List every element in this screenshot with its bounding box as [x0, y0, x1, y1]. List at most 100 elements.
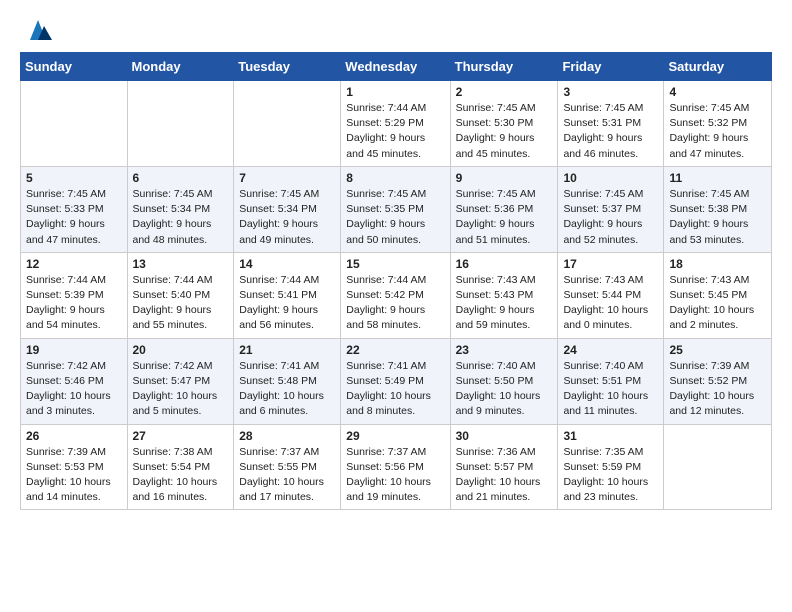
day-number: 27	[133, 429, 229, 443]
day-info: Sunrise: 7:38 AM Sunset: 5:54 PM Dayligh…	[133, 445, 229, 506]
day-info: Sunrise: 7:44 AM Sunset: 5:41 PM Dayligh…	[239, 273, 335, 334]
day-number: 26	[26, 429, 122, 443]
day-cell: 22 Sunrise: 7:41 AM Sunset: 5:49 PM Dayli…	[341, 338, 450, 424]
weekday-header-row: SundayMondayTuesdayWednesdayThursdayFrid…	[21, 53, 772, 81]
day-number: 8	[346, 171, 444, 185]
day-cell	[664, 424, 772, 510]
day-info: Sunrise: 7:44 AM Sunset: 5:39 PM Dayligh…	[26, 273, 122, 334]
day-number: 24	[563, 343, 658, 357]
day-info: Sunrise: 7:45 AM Sunset: 5:30 PM Dayligh…	[456, 101, 553, 162]
day-cell: 3 Sunrise: 7:45 AM Sunset: 5:31 PM Daylig…	[558, 81, 664, 167]
day-info: Sunrise: 7:45 AM Sunset: 5:31 PM Dayligh…	[563, 101, 658, 162]
day-number: 28	[239, 429, 335, 443]
day-number: 7	[239, 171, 335, 185]
day-cell: 30 Sunrise: 7:36 AM Sunset: 5:57 PM Dayli…	[450, 424, 558, 510]
day-info: Sunrise: 7:42 AM Sunset: 5:47 PM Dayligh…	[133, 359, 229, 420]
weekday-header-monday: Monday	[127, 53, 234, 81]
day-info: Sunrise: 7:44 AM Sunset: 5:40 PM Dayligh…	[133, 273, 229, 334]
day-cell: 9 Sunrise: 7:45 AM Sunset: 5:36 PM Daylig…	[450, 166, 558, 252]
day-number: 17	[563, 257, 658, 271]
day-info: Sunrise: 7:45 AM Sunset: 5:34 PM Dayligh…	[133, 187, 229, 248]
day-cell: 24Sunrise: 7:40 AM Sunset: 5:51 PM Dayli…	[558, 338, 664, 424]
weekday-header-tuesday: Tuesday	[234, 53, 341, 81]
day-number: 25	[669, 343, 766, 357]
day-number: 18	[669, 257, 766, 271]
day-number: 16	[456, 257, 553, 271]
day-cell: 29 Sunrise: 7:37 AM Sunset: 5:56 PM Dayli…	[341, 424, 450, 510]
day-info: Sunrise: 7:41 AM Sunset: 5:49 PM Dayligh…	[346, 359, 444, 420]
weekday-header-saturday: Saturday	[664, 53, 772, 81]
day-info: Sunrise: 7:44 AM Sunset: 5:29 PM Dayligh…	[346, 101, 444, 162]
day-cell: 4 Sunrise: 7:45 AM Sunset: 5:32 PM Daylig…	[664, 81, 772, 167]
day-info: Sunrise: 7:36 AM Sunset: 5:57 PM Dayligh…	[456, 445, 553, 506]
day-info: Sunrise: 7:45 AM Sunset: 5:32 PM Dayligh…	[669, 101, 766, 162]
day-number: 10	[563, 171, 658, 185]
week-row-5: 26Sunrise: 7:39 AM Sunset: 5:53 PM Dayli…	[21, 424, 772, 510]
day-number: 6	[133, 171, 229, 185]
day-info: Sunrise: 7:35 AM Sunset: 5:59 PM Dayligh…	[563, 445, 658, 506]
day-number: 5	[26, 171, 122, 185]
day-number: 3	[563, 85, 658, 99]
day-number: 19	[26, 343, 122, 357]
day-info: Sunrise: 7:45 AM Sunset: 5:33 PM Dayligh…	[26, 187, 122, 248]
header	[20, 16, 772, 44]
day-number: 23	[456, 343, 553, 357]
day-info: Sunrise: 7:37 AM Sunset: 5:55 PM Dayligh…	[239, 445, 335, 506]
day-cell: 13Sunrise: 7:44 AM Sunset: 5:40 PM Dayli…	[127, 252, 234, 338]
day-number: 12	[26, 257, 122, 271]
day-cell: 26Sunrise: 7:39 AM Sunset: 5:53 PM Dayli…	[21, 424, 128, 510]
day-cell: 5 Sunrise: 7:45 AM Sunset: 5:33 PM Daylig…	[21, 166, 128, 252]
day-number: 22	[346, 343, 444, 357]
day-number: 14	[239, 257, 335, 271]
week-row-4: 19 Sunrise: 7:42 AM Sunset: 5:46 PM Dayli…	[21, 338, 772, 424]
day-info: Sunrise: 7:43 AM Sunset: 5:45 PM Dayligh…	[669, 273, 766, 334]
day-cell: 10 Sunrise: 7:45 AM Sunset: 5:37 PM Dayli…	[558, 166, 664, 252]
day-number: 9	[456, 171, 553, 185]
day-cell: 17Sunrise: 7:43 AM Sunset: 5:44 PM Dayli…	[558, 252, 664, 338]
day-info: Sunrise: 7:42 AM Sunset: 5:46 PM Dayligh…	[26, 359, 122, 420]
day-number: 20	[133, 343, 229, 357]
week-row-2: 5 Sunrise: 7:45 AM Sunset: 5:33 PM Daylig…	[21, 166, 772, 252]
day-number: 21	[239, 343, 335, 357]
day-info: Sunrise: 7:45 AM Sunset: 5:37 PM Dayligh…	[563, 187, 658, 248]
day-number: 1	[346, 85, 444, 99]
weekday-header-wednesday: Wednesday	[341, 53, 450, 81]
day-cell: 1 Sunrise: 7:44 AM Sunset: 5:29 PM Daylig…	[341, 81, 450, 167]
day-cell	[234, 81, 341, 167]
day-info: Sunrise: 7:37 AM Sunset: 5:56 PM Dayligh…	[346, 445, 444, 506]
day-cell: 27 Sunrise: 7:38 AM Sunset: 5:54 PM Dayli…	[127, 424, 234, 510]
day-cell: 25 Sunrise: 7:39 AM Sunset: 5:52 PM Dayli…	[664, 338, 772, 424]
day-number: 30	[456, 429, 553, 443]
calendar-table: SundayMondayTuesdayWednesdayThursdayFrid…	[20, 52, 772, 510]
day-info: Sunrise: 7:43 AM Sunset: 5:43 PM Dayligh…	[456, 273, 553, 334]
day-info: Sunrise: 7:41 AM Sunset: 5:48 PM Dayligh…	[239, 359, 335, 420]
day-cell: 11 Sunrise: 7:45 AM Sunset: 5:38 PM Dayli…	[664, 166, 772, 252]
day-info: Sunrise: 7:45 AM Sunset: 5:35 PM Dayligh…	[346, 187, 444, 248]
logo-icon	[22, 16, 54, 44]
day-info: Sunrise: 7:45 AM Sunset: 5:36 PM Dayligh…	[456, 187, 553, 248]
day-info: Sunrise: 7:45 AM Sunset: 5:34 PM Dayligh…	[239, 187, 335, 248]
day-number: 11	[669, 171, 766, 185]
day-number: 15	[346, 257, 444, 271]
day-info: Sunrise: 7:45 AM Sunset: 5:38 PM Dayligh…	[669, 187, 766, 248]
weekday-header-sunday: Sunday	[21, 53, 128, 81]
day-cell: 28 Sunrise: 7:37 AM Sunset: 5:55 PM Dayli…	[234, 424, 341, 510]
day-cell: 19 Sunrise: 7:42 AM Sunset: 5:46 PM Dayli…	[21, 338, 128, 424]
logo	[20, 16, 54, 44]
day-cell: 23 Sunrise: 7:40 AM Sunset: 5:50 PM Dayli…	[450, 338, 558, 424]
day-info: Sunrise: 7:44 AM Sunset: 5:42 PM Dayligh…	[346, 273, 444, 334]
day-number: 4	[669, 85, 766, 99]
day-cell: 15 Sunrise: 7:44 AM Sunset: 5:42 PM Dayli…	[341, 252, 450, 338]
day-cell: 21 Sunrise: 7:41 AM Sunset: 5:48 PM Dayli…	[234, 338, 341, 424]
day-number: 29	[346, 429, 444, 443]
day-number: 31	[563, 429, 658, 443]
day-cell	[127, 81, 234, 167]
day-info: Sunrise: 7:40 AM Sunset: 5:50 PM Dayligh…	[456, 359, 553, 420]
day-info: Sunrise: 7:39 AM Sunset: 5:52 PM Dayligh…	[669, 359, 766, 420]
weekday-header-thursday: Thursday	[450, 53, 558, 81]
day-cell	[21, 81, 128, 167]
weekday-header-friday: Friday	[558, 53, 664, 81]
day-cell: 8 Sunrise: 7:45 AM Sunset: 5:35 PM Daylig…	[341, 166, 450, 252]
week-row-3: 12 Sunrise: 7:44 AM Sunset: 5:39 PM Dayli…	[21, 252, 772, 338]
day-cell: 2Sunrise: 7:45 AM Sunset: 5:30 PM Daylig…	[450, 81, 558, 167]
